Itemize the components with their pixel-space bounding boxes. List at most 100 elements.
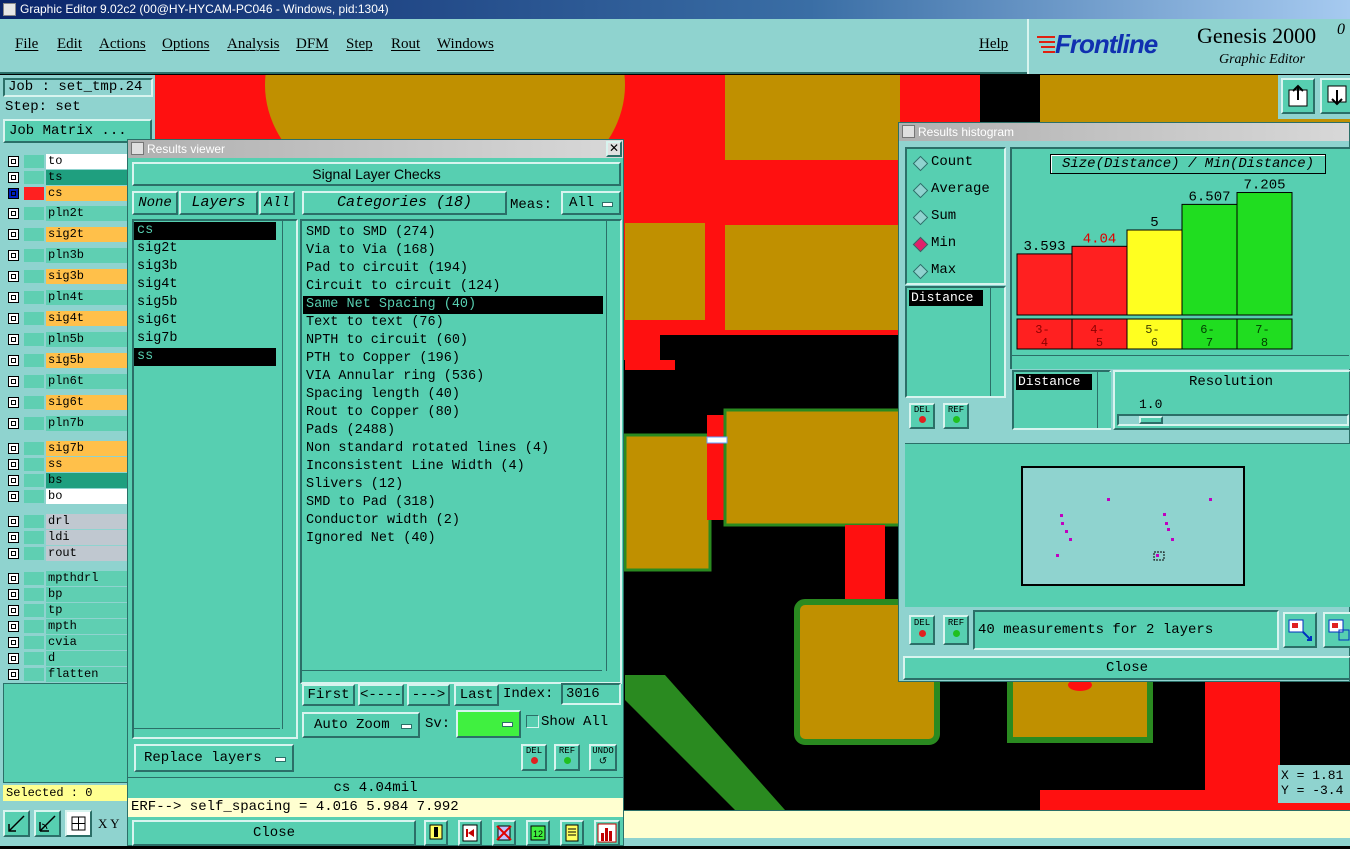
last-button[interactable]: Last xyxy=(454,684,499,706)
category-item[interactable]: Rout to Copper (80) xyxy=(303,404,603,422)
layer-row-sig5b[interactable]: sig5b xyxy=(6,353,128,368)
layer-display-swatch[interactable] xyxy=(24,207,44,220)
layer-name[interactable]: pln5b xyxy=(46,332,128,347)
layer-name[interactable]: sig4t xyxy=(46,311,128,326)
replace-layers-dropdown[interactable]: Replace layers xyxy=(134,744,294,772)
category-item[interactable]: Conductor width (2) xyxy=(303,512,603,530)
layer-name[interactable]: bp xyxy=(46,587,128,602)
layer-display-swatch[interactable] xyxy=(24,312,44,325)
layer-name[interactable]: pln7b xyxy=(46,416,128,431)
layer-name[interactable]: cvia xyxy=(46,635,128,650)
layer-row-drl[interactable]: drl xyxy=(6,514,128,529)
layer-row-mpthdrl[interactable]: mpthdrl xyxy=(6,571,128,586)
layer-affected-checkbox[interactable] xyxy=(8,376,19,387)
layer-display-swatch[interactable] xyxy=(24,375,44,388)
mode-radio-average[interactable]: Average xyxy=(911,180,1003,200)
layer-affected-checkbox[interactable] xyxy=(8,589,19,600)
layer-affected-checkbox[interactable] xyxy=(8,156,19,167)
step-back-icon[interactable] xyxy=(458,820,482,846)
layer-affected-checkbox[interactable] xyxy=(8,313,19,324)
layer-row-sig6t[interactable]: sig6t xyxy=(6,395,128,410)
layer-name[interactable]: bs xyxy=(46,473,128,488)
layer-name[interactable]: sig3b xyxy=(46,269,128,284)
grid-snap-icon[interactable] xyxy=(65,810,92,837)
categories-hscroll[interactable] xyxy=(302,670,602,683)
layer-row-d[interactable]: d xyxy=(6,651,128,666)
show-all-checkbox[interactable] xyxy=(526,715,539,728)
upload-icon[interactable] xyxy=(1281,78,1315,114)
layer-result-item[interactable]: sig6t xyxy=(134,312,276,330)
layer-display-swatch[interactable] xyxy=(24,228,44,241)
menu-windows[interactable]: Windows xyxy=(437,36,494,53)
layer-name[interactable]: sig5b xyxy=(46,353,128,368)
layer-result-item[interactable]: sig2t xyxy=(134,240,276,258)
layer-row-to[interactable]: to xyxy=(6,154,128,169)
layer-affected-checkbox[interactable] xyxy=(8,208,19,219)
layer-display-swatch[interactable] xyxy=(24,270,44,283)
layer-name[interactable]: pln6t xyxy=(46,374,128,389)
prev-button[interactable]: <---- xyxy=(358,684,404,706)
layer-display-swatch[interactable] xyxy=(24,442,44,455)
mode-radio-max[interactable]: Max xyxy=(911,261,1003,281)
distance-item[interactable]: Distance xyxy=(909,290,983,306)
layer-affected-checkbox[interactable] xyxy=(8,334,19,345)
histogram-bar[interactable] xyxy=(1236,192,1293,316)
layer-display-swatch[interactable] xyxy=(24,458,44,471)
histogram-icon[interactable] xyxy=(594,820,620,846)
layer-affected-checkbox[interactable] xyxy=(8,669,19,680)
layer-display-swatch[interactable] xyxy=(24,652,44,665)
zoom-to-all-icon[interactable] xyxy=(1323,612,1350,648)
none-button[interactable]: None xyxy=(132,191,178,215)
categories-list[interactable]: SMD to SMD (274) Via to Via (168) Pad to c… xyxy=(303,224,603,664)
download-icon[interactable] xyxy=(1320,78,1350,114)
mode-radio-count[interactable]: Count xyxy=(911,153,1003,173)
zoom-fit-icon[interactable] xyxy=(3,810,30,837)
layer-name[interactable]: rout xyxy=(46,546,128,561)
layer-display-swatch[interactable] xyxy=(24,620,44,633)
layer-affected-checkbox[interactable] xyxy=(8,573,19,584)
layer-affected-checkbox[interactable] xyxy=(8,418,19,429)
layer-display-swatch[interactable] xyxy=(24,531,44,544)
layer-result-item[interactable]: sig4t xyxy=(134,276,276,294)
layer-display-swatch[interactable] xyxy=(24,155,44,168)
layer-row-sig4t[interactable]: sig4t xyxy=(6,311,128,326)
category-item[interactable]: Slivers (12) xyxy=(303,476,603,494)
layer-row-ldi[interactable]: ldi xyxy=(6,530,128,545)
layer-affected-checkbox[interactable] xyxy=(8,172,19,183)
layer-display-swatch[interactable] xyxy=(24,636,44,649)
layer-result-item[interactable]: ss xyxy=(134,348,276,366)
layer-affected-checkbox[interactable] xyxy=(8,491,19,502)
layer-affected-checkbox[interactable] xyxy=(8,621,19,632)
layer-affected-checkbox[interactable] xyxy=(8,292,19,303)
layer-row-flatten[interactable]: flatten xyxy=(6,667,128,682)
layer-row-bo[interactable]: bo xyxy=(6,489,128,504)
layer-name[interactable]: sig2t xyxy=(46,227,128,242)
next-button[interactable]: ---> xyxy=(407,684,450,706)
layer-results-list[interactable]: cs sig2t sig3b sig4t sig5b sig6t sig7b ss xyxy=(134,222,276,727)
layer-name[interactable]: ts xyxy=(46,170,128,185)
layer-row-pln3b[interactable]: pln3b xyxy=(6,248,128,263)
category-item[interactable]: SMD to SMD (274) xyxy=(303,224,603,242)
layer-row-pln7b[interactable]: pln7b xyxy=(6,416,128,431)
distance-axis-scrollbar[interactable] xyxy=(1097,372,1111,428)
layer-list-hscroll[interactable] xyxy=(134,728,280,739)
layer-affected-checkbox[interactable] xyxy=(8,271,19,282)
menu-analysis[interactable]: Analysis xyxy=(227,36,280,53)
layer-affected-checkbox[interactable] xyxy=(8,443,19,454)
histogram-bar[interactable] xyxy=(1016,253,1073,316)
menu-dfm[interactable]: DFM xyxy=(296,36,329,53)
histogram-bar[interactable] xyxy=(1126,229,1183,316)
layer-row-mpth[interactable]: mpth xyxy=(6,619,128,634)
layer-name[interactable]: cs xyxy=(46,186,128,201)
layer-display-swatch[interactable] xyxy=(24,515,44,528)
number-icon[interactable]: 12 xyxy=(526,820,550,846)
layer-name[interactable]: sig7b xyxy=(46,441,128,456)
layer-result-item[interactable]: sig5b xyxy=(134,294,276,312)
menu-rout[interactable]: Rout xyxy=(391,36,420,53)
layer-row-ts[interactable]: ts xyxy=(6,170,128,185)
layer-row-bp[interactable]: bp xyxy=(6,587,128,602)
layer-result-item[interactable]: sig3b xyxy=(134,258,276,276)
menu-file[interactable]: File xyxy=(15,36,38,53)
menu-edit[interactable]: Edit xyxy=(57,36,82,53)
layer-row-ss[interactable]: ss xyxy=(6,457,128,472)
